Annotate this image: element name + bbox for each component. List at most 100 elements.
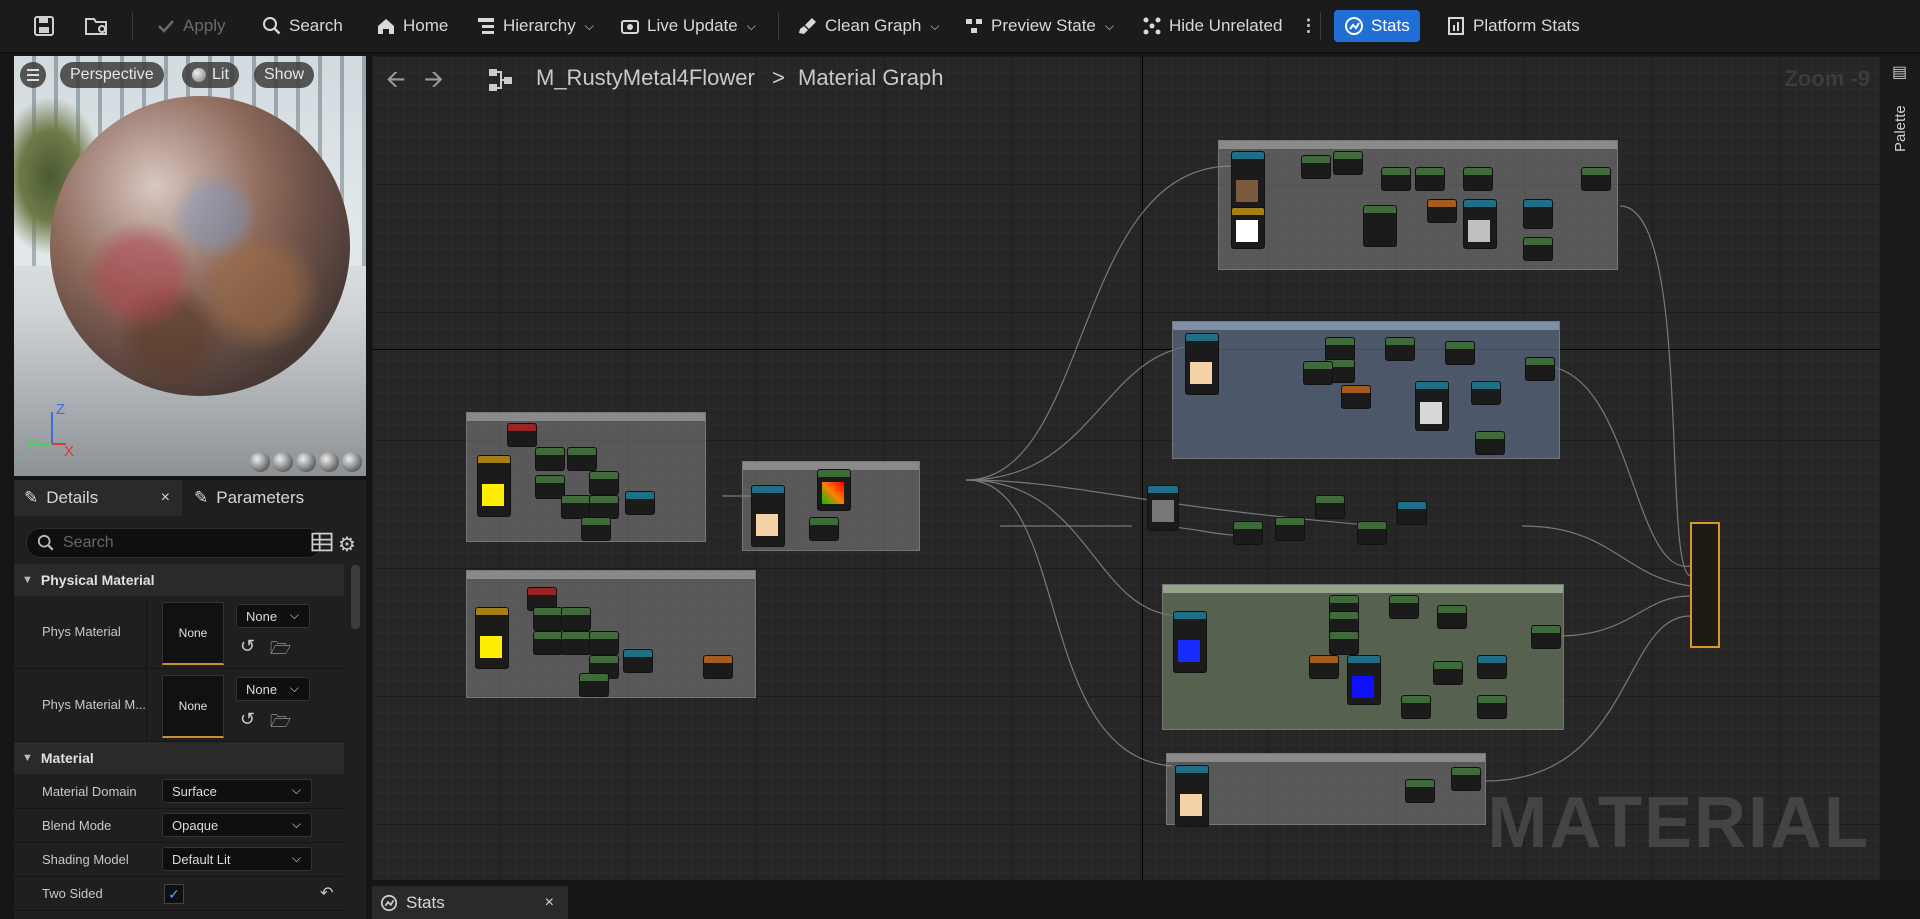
math-node[interactable] [1330,612,1358,634]
math-node[interactable] [590,472,618,494]
noise-node[interactable] [1148,486,1178,530]
close-icon[interactable]: × [545,894,554,912]
math-node[interactable] [1438,606,1466,628]
material-domain-dropdown[interactable]: Surface ⌵ [162,779,312,803]
math-node[interactable] [1446,342,1474,364]
hierarchy-button[interactable]: Hierarchy ⌵ [472,10,598,42]
save-icon[interactable] [28,10,60,42]
comment-box[interactable] [1166,753,1486,825]
math-node[interactable] [582,518,610,540]
texture-sample-node[interactable] [1186,334,1218,394]
math-node[interactable] [534,632,562,654]
home-button[interactable]: Home [372,10,452,42]
texture-sample-node[interactable] [1174,612,1206,672]
perspective-button[interactable]: Perspective [60,62,164,88]
blend-mode-dropdown[interactable]: Opaque ⌵ [162,813,312,837]
math-node[interactable] [1434,662,1462,684]
material-preview-viewport[interactable]: Perspective Lit Show Z X Y [14,56,366,476]
comment-box[interactable] [1218,140,1618,270]
live-update-button[interactable]: Live Update ⌵ [616,10,760,42]
math-node[interactable] [1326,338,1354,360]
output-node[interactable] [1398,502,1426,524]
math-node[interactable] [1582,168,1610,190]
material-graph-canvas[interactable]: 🡨 🡪 M_RustyMetal4Flower > Material Graph… [372,56,1880,880]
texture-sample-node[interactable] [1232,152,1264,212]
math-node[interactable] [1330,632,1358,654]
math-node[interactable] [534,608,562,630]
math-node[interactable] [536,476,564,498]
output-node[interactable] [1524,200,1552,228]
browse-asset-icon[interactable]: 🗁 [270,709,291,738]
constant-node[interactable] [1310,656,1338,678]
teapot-mesh-icon[interactable] [342,452,362,472]
shading-model-dropdown[interactable]: Default Lit ⌵ [162,847,312,871]
two-sided-checkbox[interactable]: ✓ [164,884,184,904]
plane-mesh-icon[interactable] [296,452,316,472]
close-icon[interactable]: × [161,489,170,507]
sphere-mesh-icon[interactable] [273,452,293,472]
texture-sample-node[interactable] [1416,382,1448,430]
texture-sample-node[interactable] [1348,656,1380,704]
palette-tab[interactable]: Palette [1892,105,1909,152]
texture-sample-node[interactable] [1176,766,1208,826]
texture-sample-node[interactable] [1464,200,1496,248]
math-node[interactable] [1302,156,1330,178]
phys-material-mask-dropdown[interactable]: None ⌵ [236,677,310,701]
output-node[interactable] [1478,656,1506,678]
constant-node[interactable] [1428,200,1456,222]
cube-mesh-icon[interactable] [319,452,339,472]
math-node[interactable] [562,496,590,518]
math-node[interactable] [1304,362,1332,384]
math-node[interactable] [1234,522,1262,544]
math-node[interactable] [1406,780,1434,802]
platform-stats-button[interactable]: Platform Stats [1442,10,1584,42]
math-node[interactable] [562,608,590,630]
math-node[interactable] [1316,496,1344,518]
math-node[interactable] [1478,696,1506,718]
lit-button[interactable]: Lit [182,62,239,88]
use-selected-icon[interactable]: ↺ [240,709,255,730]
tab-details[interactable]: ✎ Details × [14,480,182,516]
math-node[interactable] [1526,358,1554,380]
clean-graph-button[interactable]: Clean Graph ⌵ [794,10,944,42]
math-node[interactable] [1532,626,1560,648]
math-node[interactable] [590,632,618,654]
table-view-icon[interactable] [310,530,334,554]
math-node[interactable] [1402,696,1430,718]
math-node[interactable] [1464,168,1492,190]
output-node[interactable] [626,492,654,514]
search-button[interactable]: Search [258,10,347,42]
physical-material-section-header[interactable]: ▼ Physical Material [14,564,344,596]
math-node[interactable] [1334,152,1362,174]
show-button[interactable]: Show [254,62,315,88]
reset-to-default-icon[interactable]: ↶ [320,883,333,903]
math-node[interactable] [1382,168,1410,190]
math-node[interactable] [1386,338,1414,360]
output-node[interactable] [1472,382,1500,404]
math-node[interactable] [810,518,838,540]
texture-sample-node[interactable] [1232,208,1264,248]
phys-material-dropdown[interactable]: None ⌵ [236,604,310,628]
palette-dock-icon[interactable]: ▤ [1892,62,1907,82]
cylinder-mesh-icon[interactable] [250,452,270,472]
more-options-icon[interactable]: ⋮ [1296,10,1321,42]
use-selected-icon[interactable]: ↺ [240,636,255,657]
math-node[interactable] [1416,168,1444,190]
stats-button[interactable]: Stats [1334,10,1420,42]
viewport-menu-icon[interactable] [20,62,46,88]
stats-tab[interactable]: Stats × [372,886,568,919]
parameter-node[interactable] [528,588,556,610]
material-section-header[interactable]: ▼ Material [14,742,344,774]
constant-node[interactable] [1342,386,1370,408]
math-node[interactable] [590,496,618,518]
texture-sample-node[interactable] [752,486,784,546]
math-node[interactable] [562,632,590,654]
texture-sample-node[interactable] [476,608,508,668]
math-node[interactable] [1358,522,1386,544]
browse-icon[interactable] [80,10,114,42]
gradient-node[interactable] [818,470,850,510]
browse-asset-icon[interactable]: 🗁 [270,636,291,665]
math-node[interactable] [1364,206,1396,246]
constant-node[interactable] [704,656,732,678]
math-node[interactable] [1476,432,1504,454]
